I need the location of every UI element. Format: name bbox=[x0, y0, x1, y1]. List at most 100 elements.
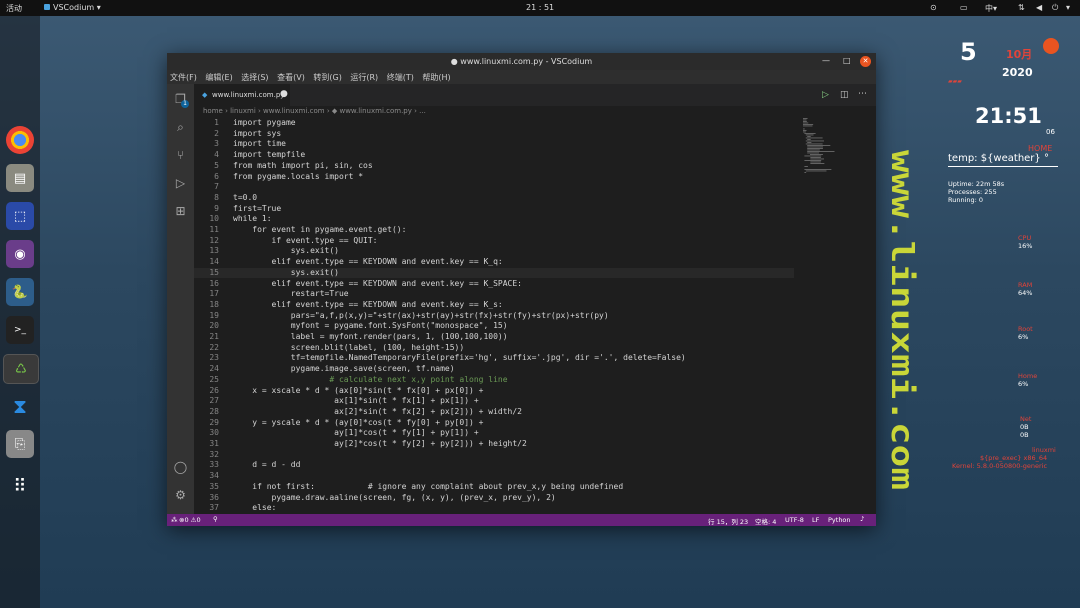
screenshot-icon[interactable]: ⬚ bbox=[6, 202, 34, 230]
code-text[interactable]: restart=True bbox=[233, 289, 349, 298]
code-line[interactable]: 9 first=True bbox=[194, 204, 794, 215]
extensions-icon[interactable]: ⊞ bbox=[173, 204, 188, 219]
code-text[interactable]: ay[2]*cos(t * fy[2] + py[2])) + height/2 bbox=[233, 439, 527, 448]
arduino-icon[interactable]: ♺ bbox=[3, 354, 39, 384]
code-text[interactable]: d = d - dd bbox=[233, 460, 300, 469]
minimap[interactable] bbox=[803, 118, 839, 178]
source-control-icon[interactable]: ⑂ bbox=[173, 148, 188, 163]
code-line[interactable]: 31 ay[2]*cos(t * fy[2] + py[2])) + heigh… bbox=[194, 439, 794, 450]
split-editor-icon[interactable]: ◫ bbox=[840, 90, 849, 100]
code-line[interactable]: 35 if not first: # ignore any complaint … bbox=[194, 482, 794, 493]
terminal-icon[interactable]: >_ bbox=[6, 316, 34, 344]
code-text[interactable]: t=0.0 bbox=[233, 193, 257, 202]
code-line[interactable]: 24 pygame.image.save(screen, tf.name) bbox=[194, 364, 794, 375]
code-line[interactable]: 8 t=0.0 bbox=[194, 193, 794, 204]
code-text[interactable]: else: bbox=[233, 503, 276, 512]
menu-file[interactable]: 文件(F) bbox=[170, 73, 197, 82]
close-button[interactable]: ✕ bbox=[860, 56, 871, 67]
code-text[interactable]: # calculate next x,y point along line bbox=[233, 375, 507, 384]
code-line[interactable]: 13 sys.exit() bbox=[194, 246, 794, 257]
code-text[interactable]: pygame.image.save(screen, tf.name) bbox=[233, 364, 455, 373]
code-line[interactable]: 20 myfont = pygame.font.SysFont("monospa… bbox=[194, 321, 794, 332]
code-line[interactable]: 12 if event.type == QUIT: bbox=[194, 236, 794, 247]
app-menu[interactable]: VSCodium ▾ bbox=[44, 3, 101, 12]
usb-drive-icon[interactable]: ⎘ bbox=[6, 430, 34, 458]
menu-run[interactable]: 运行(R) bbox=[350, 73, 378, 82]
show-apps-icon[interactable]: ⠿ bbox=[6, 472, 34, 500]
code-line[interactable]: 17 restart=True bbox=[194, 289, 794, 300]
code-line[interactable]: 29 y = yscale * d * (ay[0]*cos(t * fy[0]… bbox=[194, 418, 794, 429]
system-menu-icon[interactable]: ▾ bbox=[1066, 3, 1070, 12]
code-text[interactable]: import time bbox=[233, 139, 286, 148]
code-line[interactable]: 11 for event in pygame.event.get(): bbox=[194, 225, 794, 236]
code-text[interactable]: pars="a,f,p(x,y)="+str(ax)+str(ay)+str(f… bbox=[233, 311, 609, 320]
code-line[interactable]: 26 x = xscale * d * (ax[0]*sin(t * fx[0]… bbox=[194, 386, 794, 397]
code-line[interactable]: 37 else: bbox=[194, 503, 794, 514]
volume-icon[interactable]: ◀ bbox=[1036, 3, 1042, 12]
encoding[interactable]: UTF-8 bbox=[785, 516, 804, 524]
menu-edit[interactable]: 编辑(E) bbox=[205, 73, 232, 82]
code-text[interactable]: if not first: # ignore any complaint abo… bbox=[233, 482, 623, 491]
code-line[interactable]: 18 elif event.type == KEYDOWN and event.… bbox=[194, 300, 794, 311]
code-line[interactable]: 14 elif event.type == KEYDOWN and event.… bbox=[194, 257, 794, 268]
tab-www-linuxmi-py[interactable]: ◆ www.linuxmi.com.py ● bbox=[194, 84, 290, 106]
code-text[interactable]: ax[2]*sin(t * fx[2] + px[2])) + width/2 bbox=[233, 407, 522, 416]
code-line[interactable]: 1 import pygame bbox=[194, 118, 794, 129]
code-line[interactable]: 2 import sys bbox=[194, 129, 794, 140]
update-icon[interactable]: ⊙ bbox=[930, 3, 937, 12]
code-text[interactable]: screen.blit(label, (100, height-15)) bbox=[233, 343, 464, 352]
unsaved-dot-icon[interactable]: ● bbox=[280, 89, 288, 99]
menu-selection[interactable]: 选择(S) bbox=[241, 73, 268, 82]
more-actions-icon[interactable]: ⋯ bbox=[858, 89, 867, 99]
code-line[interactable]: 16 elif event.type == KEYDOWN and event.… bbox=[194, 279, 794, 290]
code-line[interactable]: 19 pars="a,f,p(x,y)="+str(ax)+str(ay)+st… bbox=[194, 311, 794, 322]
code-line[interactable]: 6 from pygame.locals import * bbox=[194, 172, 794, 183]
code-text[interactable]: from pygame.locals import * bbox=[233, 172, 363, 181]
code-text[interactable]: while 1: bbox=[233, 214, 272, 223]
code-text[interactable]: sys.exit() bbox=[233, 246, 339, 255]
settings-toggle-icon[interactable]: ◉ bbox=[6, 240, 34, 268]
code-line[interactable]: 5 from math import pi, sin, cos bbox=[194, 161, 794, 172]
code-text[interactable]: elif event.type == KEYDOWN and event.key… bbox=[233, 257, 503, 266]
code-line[interactable]: 30 ay[1]*cos(t * fy[1] + py[1]) + bbox=[194, 428, 794, 439]
code-line[interactable]: 4 import tempfile bbox=[194, 150, 794, 161]
code-text[interactable]: if event.type == QUIT: bbox=[233, 236, 378, 245]
code-line[interactable]: 22 screen.blit(label, (100, height-15)) bbox=[194, 343, 794, 354]
code-line[interactable]: 7 bbox=[194, 182, 794, 193]
code-line[interactable]: 15 sys.exit() bbox=[194, 267, 794, 279]
code-text[interactable]: elif event.type == KEYDOWN and event.key… bbox=[233, 300, 503, 309]
code-text[interactable]: tf=tempfile.NamedTemporaryFile(prefix='h… bbox=[233, 353, 686, 362]
menu-view[interactable]: 查看(V) bbox=[277, 73, 305, 82]
code-text[interactable]: label = myfont.render(pars, 1, (100,100,… bbox=[233, 332, 508, 341]
notifications-bell-icon[interactable]: ♪ bbox=[860, 515, 864, 523]
code-line[interactable]: 33 d = d - dd bbox=[194, 460, 794, 471]
code-editor[interactable]: 1 import pygame 2 import sys 3 import time 4 im… bbox=[194, 118, 876, 514]
problems-count[interactable]: ⊗0 ⚠0 bbox=[179, 516, 201, 524]
network-icon[interactable]: ⇅ bbox=[1018, 3, 1025, 12]
activities-button[interactable]: 活动 bbox=[6, 3, 22, 14]
breadcrumb-path[interactable]: home › linuxmi › www.linuxmi.com › ◆ www… bbox=[203, 107, 426, 115]
code-text[interactable]: y = yscale * d * (ay[0]*cos(t * fy[0] + … bbox=[233, 418, 483, 427]
live-share-icon[interactable]: ⚲ bbox=[213, 515, 218, 523]
menu-help[interactable]: 帮助(H) bbox=[422, 73, 450, 82]
language-mode[interactable]: Python bbox=[828, 516, 851, 524]
indentation[interactable]: 空格: 4 bbox=[755, 516, 776, 526]
tray-icon[interactable]: ▭ bbox=[960, 3, 968, 12]
code-text[interactable]: import tempfile bbox=[233, 150, 305, 159]
account-icon[interactable]: ◯ bbox=[173, 460, 188, 475]
maximize-button[interactable]: □ bbox=[843, 56, 851, 65]
menu-terminal[interactable]: 终端(T) bbox=[387, 73, 414, 82]
chrome-icon[interactable] bbox=[6, 126, 34, 154]
run-debug-icon[interactable]: ▷ bbox=[173, 176, 188, 191]
code-line[interactable]: 32 bbox=[194, 450, 794, 461]
code-text[interactable]: for event in pygame.event.get(): bbox=[233, 225, 406, 234]
code-text[interactable]: from math import pi, sin, cos bbox=[233, 161, 373, 170]
code-line[interactable]: 34 bbox=[194, 471, 794, 482]
clock[interactable]: 21 : 51 bbox=[526, 3, 554, 12]
code-text[interactable]: myfont = pygame.font.SysFont("monospace"… bbox=[233, 321, 508, 330]
code-line[interactable]: 21 label = myfont.render(pars, 1, (100,1… bbox=[194, 332, 794, 343]
code-line[interactable]: 28 ax[2]*sin(t * fx[2] + px[2])) + width… bbox=[194, 407, 794, 418]
code-line[interactable]: 10 while 1: bbox=[194, 214, 794, 225]
code-text[interactable]: elif event.type == KEYDOWN and event.key… bbox=[233, 279, 522, 288]
code-line[interactable]: 23 tf=tempfile.NamedTemporaryFile(prefix… bbox=[194, 353, 794, 364]
